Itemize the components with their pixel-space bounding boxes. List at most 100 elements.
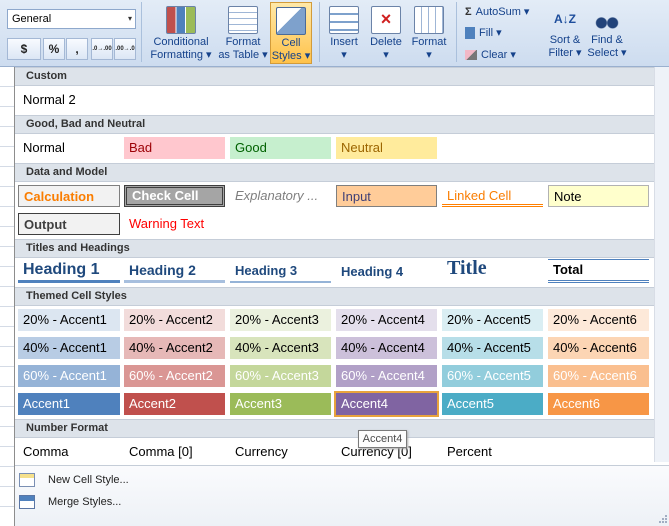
ribbon: General ▾ $ % , .0→.00 .00→.0 Conditiona… [0, 0, 669, 67]
insert-chevron-icon: ▾ [341, 49, 347, 61]
gridline [0, 286, 14, 287]
style-normal[interactable]: Normal [18, 137, 120, 159]
style-accent3[interactable]: Accent3 [230, 393, 331, 415]
style-60-accent6[interactable]: 60% - Accent6 [548, 365, 649, 387]
style-title[interactable]: Title [442, 255, 543, 281]
style-40-accent6[interactable]: 40% - Accent6 [548, 337, 649, 359]
group-separator [319, 2, 320, 62]
style-60-accent3[interactable]: 60% - Accent3 [230, 365, 331, 387]
style-40-accent4[interactable]: 40% - Accent4 [336, 337, 437, 359]
delete-chevron-icon: ▾ [383, 49, 389, 61]
style-accent4-hovered[interactable]: Accent4 [334, 391, 439, 417]
style-heading-2[interactable]: Heading 2 [124, 259, 225, 283]
style-note[interactable]: Note [548, 185, 649, 207]
comma-button[interactable]: , [66, 38, 88, 60]
style-good[interactable]: Good [230, 137, 331, 159]
style-60-accent4[interactable]: 60% - Accent4 [336, 365, 437, 387]
fill-button[interactable]: Fill ▾ [465, 26, 502, 39]
find-select-label: Find & [591, 34, 623, 46]
insert-label: Insert [330, 36, 358, 48]
style-60-accent5[interactable]: 60% - Accent5 [442, 365, 543, 387]
gridline [0, 246, 14, 247]
comma-icon: , [75, 42, 79, 56]
style-20-accent1[interactable]: 20% - Accent1 [18, 309, 120, 331]
style-explanatory[interactable]: Explanatory ... [230, 185, 331, 207]
style-accent6[interactable]: Accent6 [548, 393, 649, 415]
format-as-table-icon [228, 6, 258, 34]
gridline [0, 426, 14, 427]
style-accent5[interactable]: Accent5 [442, 393, 543, 415]
section-header-data-model: Data and Model [15, 163, 656, 182]
style-accent1[interactable]: Accent1 [18, 393, 120, 415]
style-20-accent4[interactable]: 20% - Accent4 [336, 309, 437, 331]
sort-filter-button[interactable]: A↓Z Sort & Filter ▾ [543, 2, 587, 64]
conditional-formatting-button[interactable]: Conditional Formatting ▾ [145, 2, 217, 64]
style-40-accent2[interactable]: 40% - Accent2 [124, 337, 225, 359]
style-20-accent6[interactable]: 20% - Accent6 [548, 309, 649, 331]
delete-button[interactable]: × Delete ▾ [366, 2, 406, 64]
format-chevron-icon: ▾ [426, 49, 432, 61]
gridline [0, 306, 14, 307]
style-input[interactable]: Input [336, 185, 437, 207]
style-bad[interactable]: Bad [124, 137, 225, 159]
worksheet-edge [0, 67, 14, 526]
decrease-decimal-button[interactable]: .00→.0 [114, 38, 136, 60]
style-heading-1[interactable]: Heading 1 [18, 259, 120, 283]
format-as-table-button[interactable]: Format as Table ▾ [218, 2, 268, 64]
style-accent2[interactable]: Accent2 [124, 393, 225, 415]
clear-button[interactable]: Clear ▾ [465, 48, 516, 61]
style-comma-0[interactable]: Comma [0] [124, 441, 225, 463]
resize-grip-icon[interactable] [658, 514, 668, 524]
style-40-accent3[interactable]: 40% - Accent3 [230, 337, 331, 359]
style-warning-text[interactable]: Warning Text [124, 213, 225, 235]
style-40-accent5[interactable]: 40% - Accent5 [442, 337, 543, 359]
style-20-accent5[interactable]: 20% - Accent5 [442, 309, 543, 331]
style-heading-4[interactable]: Heading 4 [336, 259, 437, 283]
number-format-dropdown[interactable]: General ▾ [7, 9, 136, 29]
style-currency[interactable]: Currency [230, 441, 331, 463]
gridline [0, 166, 14, 167]
merge-styles-item[interactable]: Merge Styles... [15, 491, 656, 513]
sort-filter-icon: A↓Z [554, 12, 576, 26]
new-cell-style-item[interactable]: New Cell Style... [15, 469, 656, 491]
gridline [0, 486, 14, 487]
format-icon [414, 6, 444, 34]
style-60-accent1[interactable]: 60% - Accent1 [18, 365, 120, 387]
format-button[interactable]: Format ▾ [408, 2, 450, 64]
style-60-accent2[interactable]: 60% - Accent2 [124, 365, 225, 387]
find-select-button[interactable]: Find & Select ▾ [587, 2, 627, 64]
style-calculation[interactable]: Calculation [18, 185, 120, 207]
style-40-accent1[interactable]: 40% - Accent1 [18, 337, 120, 359]
cell-styles-button[interactable]: Cell Styles ▾ [270, 2, 312, 64]
style-linked-cell[interactable]: Linked Cell [442, 185, 543, 207]
autosum-button[interactable]: Σ AutoSum ▾ [465, 5, 530, 19]
gridline [0, 466, 14, 467]
style-comma[interactable]: Comma [18, 441, 120, 463]
delete-label: Delete [370, 36, 402, 48]
clear-label: Clear ▾ [481, 49, 516, 61]
style-output[interactable]: Output [18, 213, 120, 235]
style-percent[interactable]: Percent [442, 441, 543, 463]
autosum-label: AutoSum ▾ [475, 6, 530, 18]
style-20-accent2[interactable]: 20% - Accent2 [124, 309, 225, 331]
percent-button[interactable]: % [43, 38, 65, 60]
increase-decimal-button[interactable]: .0→.00 [91, 38, 113, 60]
style-20-accent3[interactable]: 20% - Accent3 [230, 309, 331, 331]
currency-button[interactable]: $ [7, 38, 41, 60]
section-header-themed: Themed Cell Styles [15, 287, 656, 306]
gridline [0, 186, 14, 187]
gridline [0, 106, 14, 107]
increase-decimal-icon: .0→.00 [92, 45, 112, 52]
number-format-value: General [12, 13, 52, 25]
binoculars-icon [593, 6, 621, 32]
style-check-cell[interactable]: Check Cell [124, 185, 225, 207]
style-normal-2[interactable]: Normal 2 [18, 89, 120, 111]
style-neutral[interactable]: Neutral [336, 137, 437, 159]
style-heading-3[interactable]: Heading 3 [230, 259, 331, 283]
insert-button[interactable]: Insert ▾ [324, 2, 364, 64]
gallery-scrollbar[interactable] [654, 67, 669, 462]
section-header-good-bad-neutral: Good, Bad and Neutral [15, 115, 656, 134]
style-total[interactable]: Total [548, 259, 649, 283]
format-label: Format [411, 36, 447, 48]
group-separator [141, 2, 142, 62]
